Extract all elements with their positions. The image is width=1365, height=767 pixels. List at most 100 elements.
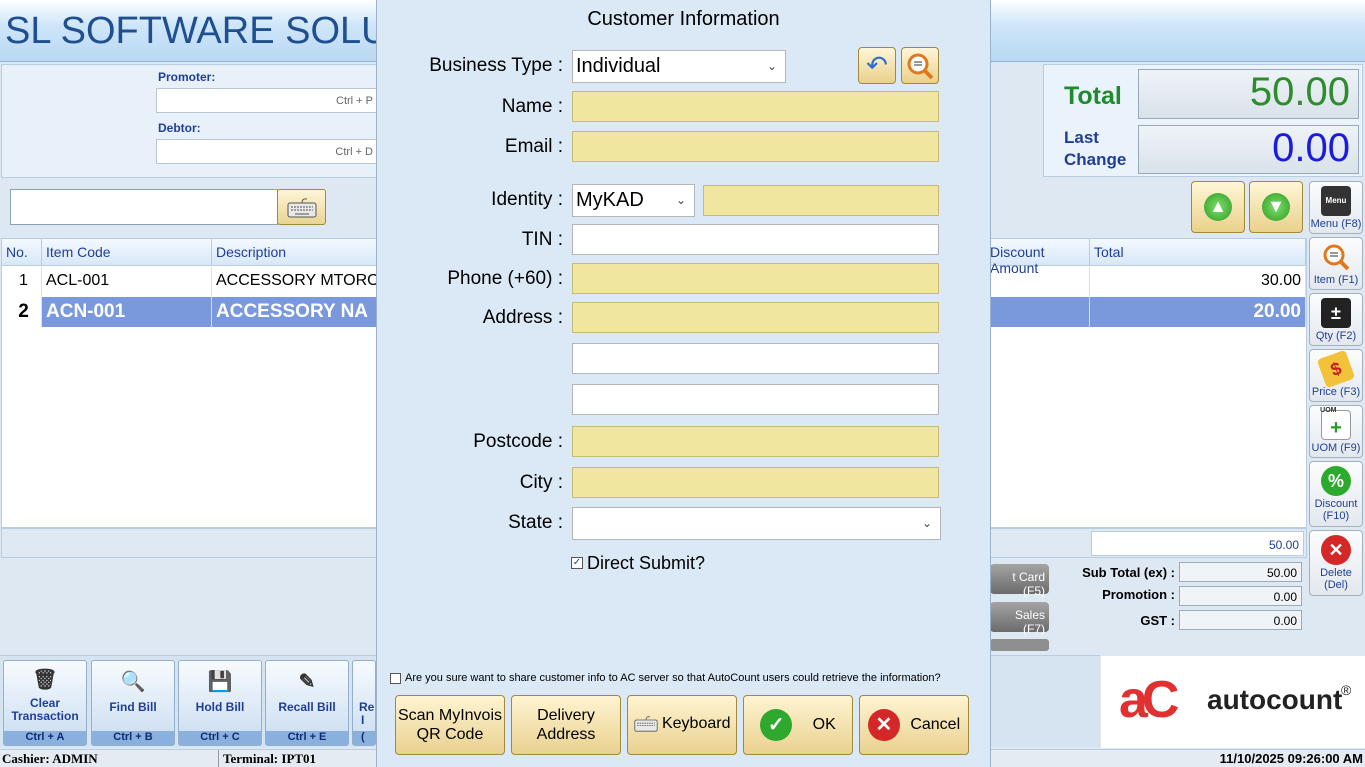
col-header-item-code[interactable]: Item Code	[42, 239, 212, 266]
business-type-select[interactable]: Individual ⌄	[572, 50, 786, 83]
scroll-down-button[interactable]: ▼	[1249, 181, 1303, 233]
last-change-label-line2: Change	[1064, 150, 1127, 169]
hold-bill-label: Hold Bill	[195, 700, 245, 714]
find-bill-button[interactable]: 🔍 Find Bill Ctrl + B	[91, 660, 175, 746]
tin-input[interactable]	[572, 224, 939, 255]
recall-bill-label: Recall Bill	[278, 700, 336, 714]
identity-number-input[interactable]	[703, 185, 939, 216]
price-button[interactable]: $ Price (F3)	[1309, 349, 1363, 402]
col-header-no[interactable]: No.	[2, 239, 42, 266]
cell-discount[interactable]	[990, 267, 1090, 297]
item-search-input[interactable]	[10, 189, 278, 225]
discount-button[interactable]: % Discount (F10)	[1309, 461, 1363, 527]
direct-submit-label: Direct Submit?	[587, 553, 706, 573]
cell-no[interactable]: 1	[2, 267, 42, 297]
debtor-field[interactable]: Ctrl + D	[156, 139, 378, 164]
cell-total-selected[interactable]: 20.00	[1090, 297, 1306, 327]
ok-button[interactable]: ✓ OK	[743, 695, 853, 755]
dialog-title: Customer Information	[587, 8, 780, 30]
col-header-total[interactable]: Total	[1090, 239, 1306, 266]
address-line1-input[interactable]	[572, 302, 939, 333]
name-input[interactable]	[572, 91, 939, 122]
keyboard-dialog-button[interactable]: Keyboard	[627, 695, 737, 755]
uom-add-icon: UOM +	[1320, 407, 1351, 440]
trash-icon: 🗑	[32, 669, 58, 691]
cell-item-code-selected[interactable]: ACN-001	[42, 297, 212, 327]
recall-pen-icon: ✎	[298, 671, 316, 693]
identity-type-select[interactable]: MyKAD ⌄	[572, 184, 695, 217]
delete-label-2: (Del)	[1324, 579, 1348, 591]
scan-myinvois-button[interactable]: Scan MyInvois QR Code	[395, 695, 505, 755]
arrow-up-icon: ▲	[1204, 193, 1232, 221]
business-type-value: Individual	[576, 55, 661, 77]
address-line3-input[interactable]	[572, 384, 939, 415]
cell-discount-selected[interactable]	[990, 297, 1090, 327]
keyboard-icon	[287, 198, 317, 218]
qty-button[interactable]: ± Qty (F2)	[1309, 293, 1363, 346]
small-gray-button[interactable]	[990, 639, 1049, 651]
promotion-value: 0.00	[1179, 586, 1302, 606]
price-tag-icon: $	[1316, 349, 1356, 389]
card-button[interactable]: t Card (F5)	[990, 564, 1049, 598]
partial-button-shortcut: (	[353, 731, 375, 745]
name-label: Name :	[501, 96, 563, 117]
cancel-label: Cancel	[910, 716, 961, 733]
col-header-description[interactable]: Description	[212, 239, 377, 266]
delivery-address-button[interactable]: Delivery Address	[511, 695, 621, 755]
hold-bill-button[interactable]: 💾 Hold Bill Ctrl + C	[178, 660, 262, 746]
find-document-icon: 🔍	[120, 671, 146, 693]
share-info-checkbox[interactable]	[390, 673, 401, 684]
address-line2-input[interactable]	[572, 343, 939, 374]
uom-button-label: UOM (F9)	[1311, 442, 1361, 454]
delivery-label-2: Address	[536, 726, 596, 743]
keyboard-icon	[633, 716, 658, 732]
footer-total: 50.00	[1091, 531, 1304, 556]
last-change-value: 0.00	[1138, 125, 1359, 174]
menu-button[interactable]: Menu Menu (F8)	[1309, 181, 1363, 234]
chevron-down-icon: ⌄	[675, 193, 686, 207]
direct-submit-checkbox[interactable]: ✓	[571, 557, 583, 569]
city-input[interactable]	[572, 467, 939, 498]
item-button[interactable]: Item (F1)	[1309, 237, 1363, 290]
cell-no[interactable]: 2	[2, 297, 42, 327]
back-button[interactable]: ↶	[858, 47, 896, 84]
uom-button[interactable]: UOM + UOM (F9)	[1309, 405, 1363, 458]
datetime-status: 11/10/2025 09:26:00 AM	[1219, 751, 1363, 766]
clear-transaction-button[interactable]: 🗑 Clear Transaction Ctrl + A	[3, 660, 87, 746]
delivery-label-1: Delivery	[537, 707, 595, 724]
magnifier-icon	[1321, 242, 1351, 272]
find-bill-label: Find Bill	[109, 700, 157, 714]
logo-mark: aC	[1119, 671, 1180, 729]
checkmark-icon: ✓	[760, 709, 793, 741]
state-select[interactable]: ⌄	[572, 507, 941, 540]
email-input[interactable]	[572, 131, 939, 162]
cell-description-selected[interactable]: ACCESSORY NA	[212, 297, 377, 327]
phone-input[interactable]	[572, 263, 939, 294]
uom-icon-text: UOM	[1320, 407, 1337, 414]
sales-button[interactable]: Sales (F7)	[990, 602, 1049, 636]
keyboard-button[interactable]	[277, 189, 326, 225]
ok-label: OK	[812, 716, 836, 733]
partial-button-label-2: I	[361, 713, 365, 727]
delete-x-icon: ✕	[1321, 535, 1351, 565]
cell-description[interactable]: ACCESSORY MTOROL	[212, 267, 377, 297]
recall-bill-shortcut: Ctrl + E	[266, 731, 348, 745]
col-header-discount[interactable]: Discount Amount	[990, 239, 1090, 276]
postcode-input[interactable]	[572, 426, 939, 457]
promoter-field[interactable]: Ctrl + P	[156, 88, 378, 113]
menu-icon: Menu	[1321, 186, 1351, 216]
search-customer-button[interactable]	[901, 47, 939, 84]
cashier-status: Cashier: ADMIN	[2, 751, 98, 766]
scroll-up-button[interactable]: ▲	[1191, 181, 1245, 233]
plus-minus-icon: ±	[1321, 298, 1351, 328]
cell-total[interactable]: 30.00	[1090, 267, 1306, 297]
gst-value: 0.00	[1179, 610, 1302, 630]
partial-toolbar-button[interactable]: . Re I (	[352, 660, 376, 746]
item-button-label: Item (F1)	[1313, 274, 1359, 286]
debtor-label: Debtor:	[158, 121, 201, 135]
delete-button[interactable]: ✕ Delete (Del)	[1309, 530, 1363, 596]
customer-info-dialog: Customer Information Business Type : Ind…	[376, 0, 991, 767]
cell-item-code[interactable]: ACL-001	[42, 267, 212, 297]
recall-bill-button[interactable]: ✎ Recall Bill Ctrl + E	[265, 660, 349, 746]
cancel-button[interactable]: ✕ Cancel	[859, 695, 969, 755]
